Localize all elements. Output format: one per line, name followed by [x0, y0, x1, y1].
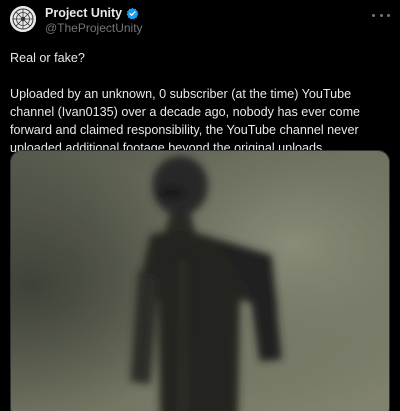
tweet: Project Unity @TheProjectUnity Real or f…	[0, 0, 400, 411]
blurry-figure-photo	[11, 151, 389, 411]
author-info: Project Unity @TheProjectUnity	[45, 7, 143, 35]
tweet-text-line-1: Real or fake?	[10, 51, 85, 65]
more-dot	[387, 13, 390, 17]
tweet-text: Real or fake? Uploaded by an unknown, 0 …	[10, 49, 392, 157]
more-dot	[379, 13, 383, 17]
more-options-button[interactable]	[372, 10, 390, 20]
avatar[interactable]	[10, 6, 36, 32]
author-display-name[interactable]: Project Unity	[45, 7, 122, 20]
tweet-media-image[interactable]	[10, 150, 390, 411]
more-horizontal-icon	[372, 13, 375, 17]
name-row: Project Unity	[45, 7, 143, 20]
tweet-text-paragraph-2: Uploaded by an unknown, 0 subscriber (at…	[10, 87, 361, 155]
cult-emblem-icon	[10, 6, 36, 32]
verified-badge-icon[interactable]	[126, 7, 139, 20]
author-handle[interactable]: @TheProjectUnity	[45, 22, 143, 35]
